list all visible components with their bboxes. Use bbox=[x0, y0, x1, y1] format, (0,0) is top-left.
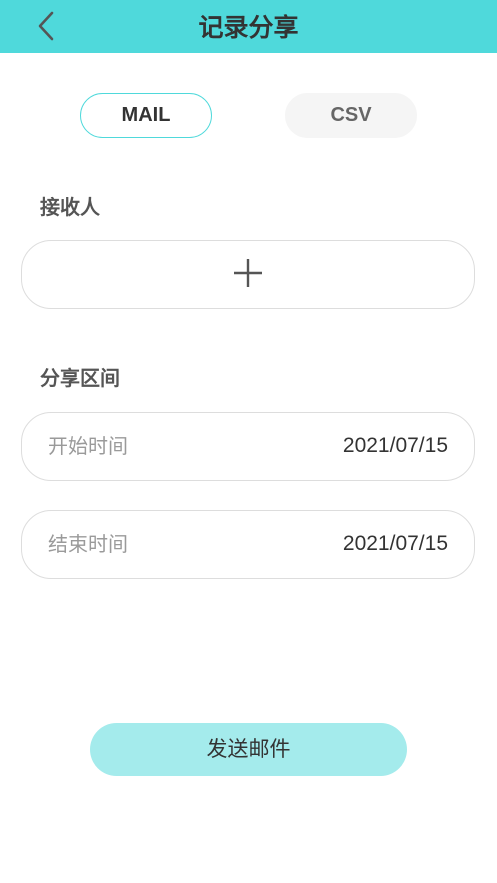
start-time-field[interactable]: 开始时间 2021/07/15 bbox=[21, 412, 475, 481]
plus-icon bbox=[232, 257, 264, 293]
share-range-label: 分享区间 bbox=[40, 366, 120, 390]
tab-csv[interactable]: CSV bbox=[285, 93, 417, 138]
start-time-label: 开始时间 bbox=[48, 434, 128, 458]
end-time-field[interactable]: 结束时间 2021/07/15 bbox=[21, 510, 475, 579]
top-bar: 记录分享 bbox=[0, 0, 497, 53]
end-time-value: 2021/07/15 bbox=[342, 532, 448, 555]
chevron-left-icon bbox=[36, 10, 56, 46]
add-recipient-button[interactable] bbox=[21, 240, 475, 309]
recipients-label: 接收人 bbox=[40, 195, 100, 219]
send-email-button[interactable]: 发送邮件 bbox=[90, 723, 407, 776]
back-button[interactable] bbox=[30, 10, 62, 46]
start-time-value: 2021/07/15 bbox=[342, 434, 448, 457]
end-time-label: 结束时间 bbox=[48, 532, 128, 556]
tab-mail[interactable]: MAIL bbox=[80, 93, 212, 138]
page-title: 记录分享 bbox=[198, 13, 299, 42]
